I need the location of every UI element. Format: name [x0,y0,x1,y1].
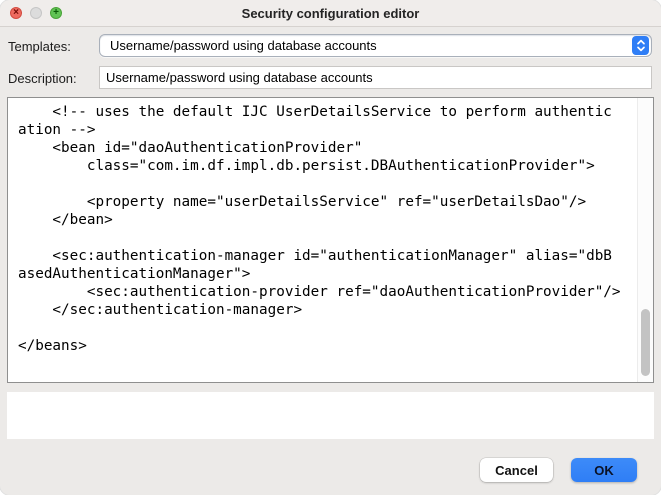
security-configuration-editor-dialog: × + Security configuration editor Templa… [0,0,661,495]
window-title: Security configuration editor [242,6,420,21]
close-button[interactable]: × [10,7,22,19]
description-label: Description: [8,71,77,86]
description-input[interactable] [99,66,652,89]
templates-dropdown[interactable]: Username/password using database account… [99,34,652,57]
titlebar: × + Security configuration editor [0,0,661,27]
dropdown-stepper-icon [632,36,649,55]
message-panel [7,392,654,439]
scrollbar-thumb[interactable] [641,309,650,376]
code-editor: <!-- uses the default IJC UserDetailsSer… [7,97,654,383]
cancel-button[interactable]: Cancel [480,458,553,482]
close-icon: × [13,7,19,19]
templates-selected-value: Username/password using database account… [100,38,632,53]
minimize-button [30,7,42,19]
zoom-button[interactable]: + [50,7,62,19]
ok-button[interactable]: OK [571,458,637,482]
vertical-scrollbar[interactable] [637,98,653,382]
zoom-icon: + [53,7,59,19]
templates-label: Templates: [8,39,71,54]
window-controls: × + [10,7,62,19]
code-editor-text[interactable]: <!-- uses the default IJC UserDetailsSer… [8,98,637,382]
